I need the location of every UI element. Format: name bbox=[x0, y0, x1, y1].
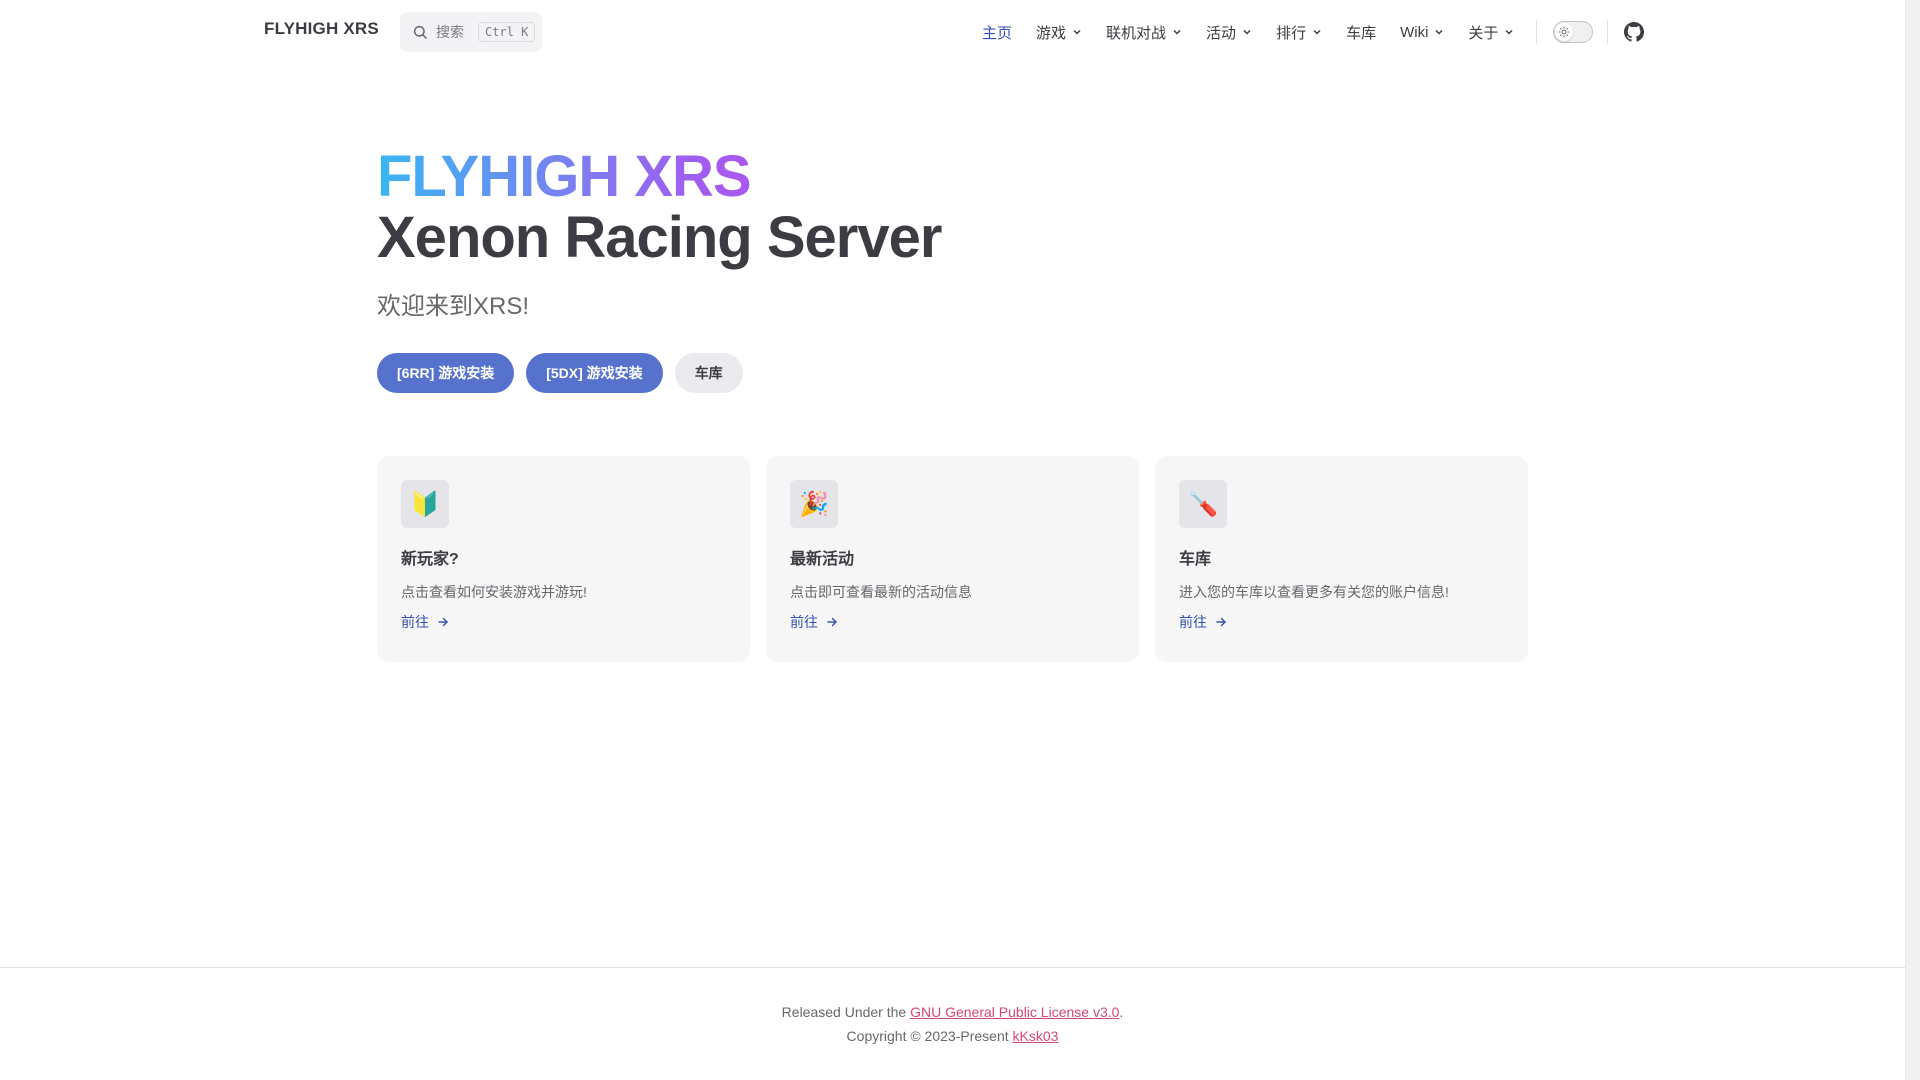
feature-card-new-player[interactable]: 🔰 新玩家? 点击查看如何安装游戏并游玩! 前往 bbox=[377, 456, 750, 662]
chevron-down-icon bbox=[1073, 29, 1081, 35]
chevron-down-icon bbox=[1243, 29, 1251, 35]
feature-card-events[interactable]: 🎉 最新活动 点击即可查看最新的活动信息 前往 bbox=[766, 456, 1139, 662]
feature-details: 点击即可查看最新的活动信息 bbox=[790, 584, 972, 600]
top-navbar: FLYHIGH XRS 搜索 Ctrl K 主页 游戏 联机对战 活动 排行 车… bbox=[0, 0, 1905, 64]
footer-message-suffix: . bbox=[1119, 1004, 1124, 1020]
nav-item-games[interactable]: 游戏 bbox=[1036, 22, 1082, 43]
scrollbar[interactable] bbox=[1905, 0, 1920, 1080]
hero-heading: Xenon Racing Server bbox=[377, 205, 942, 270]
screwdriver-icon: 🪛 bbox=[1179, 480, 1227, 528]
feature-details: 点击查看如何安装游戏并游玩! bbox=[401, 584, 587, 600]
nav-item-label: 关于 bbox=[1468, 24, 1499, 42]
arrow-right-icon bbox=[1216, 617, 1226, 627]
site-title[interactable]: FLYHIGH XRS bbox=[264, 19, 379, 39]
nav-item-rankings[interactable]: 排行 bbox=[1276, 22, 1322, 43]
nav-item-label: 排行 bbox=[1276, 24, 1307, 42]
install-6rr-button[interactable]: [6RR] 游戏安装 bbox=[377, 353, 515, 393]
nav-item-label: 游戏 bbox=[1036, 24, 1067, 42]
nav-menu: 主页 游戏 联机对战 活动 排行 车库 Wiki 关于 bbox=[982, 0, 1645, 64]
feature-link[interactable]: 前往 bbox=[1179, 612, 1504, 632]
feature-title: 车库 bbox=[1179, 551, 1212, 568]
hero-tagline: 欢迎来到XRS! bbox=[377, 293, 530, 320]
license-link[interactable]: GNU General Public License v3.0 bbox=[910, 1004, 1119, 1020]
nav-item-garage[interactable]: 车库 bbox=[1346, 22, 1376, 43]
footer-copyright: Copyright © 2023-Present kKsk03 bbox=[0, 1024, 1905, 1048]
nav-item-multiplayer[interactable]: 联机对战 bbox=[1106, 22, 1182, 43]
chevron-down-icon bbox=[1505, 29, 1513, 35]
nav-item-label: 活动 bbox=[1206, 24, 1237, 42]
feature-link-label: 前往 bbox=[1179, 614, 1207, 630]
chevron-down-icon bbox=[1313, 29, 1321, 35]
nav-item-events[interactable]: 活动 bbox=[1206, 22, 1252, 43]
nav-item-label: 车库 bbox=[1346, 24, 1377, 42]
garage-button[interactable]: 车库 bbox=[674, 353, 743, 393]
search-shortcut-hint: Ctrl K bbox=[478, 22, 536, 42]
hero-section: FLYHIGH XRS Xenon Racing Server 欢迎来到XRS!… bbox=[377, 138, 942, 393]
feature-card-garage[interactable]: 🪛 车库 进入您的车库以查看更多有关您的账户信息! 前往 bbox=[1155, 456, 1528, 662]
install-5dx-button[interactable]: [5DX] 游戏安装 bbox=[526, 353, 663, 393]
nav-item-wiki[interactable]: Wiki bbox=[1400, 24, 1444, 41]
feature-link[interactable]: 前往 bbox=[401, 612, 726, 632]
toggle-knob bbox=[1555, 23, 1574, 41]
nav-divider bbox=[1607, 20, 1609, 44]
party-popper-icon: 🎉 bbox=[790, 480, 838, 528]
beginner-badge-icon: 🔰 bbox=[401, 480, 449, 528]
feature-link[interactable]: 前往 bbox=[790, 612, 1115, 632]
feature-title: 新玩家? bbox=[401, 551, 459, 568]
nav-item-label: 联机对战 bbox=[1106, 24, 1167, 42]
footer-message: Released Under the GNU General Public Li… bbox=[0, 1000, 1905, 1024]
search-button[interactable]: 搜索 Ctrl K bbox=[400, 12, 542, 52]
arrow-right-icon bbox=[827, 617, 837, 627]
sun-icon bbox=[1558, 26, 1570, 38]
hero-actions: [6RR] 游戏安装 [5DX] 游戏安装 车库 bbox=[377, 353, 941, 393]
search-icon bbox=[413, 25, 427, 39]
feature-link-label: 前往 bbox=[401, 614, 429, 630]
nav-item-home[interactable]: 主页 bbox=[982, 22, 1012, 43]
footer-message-prefix: Released Under the bbox=[781, 1004, 911, 1020]
appearance-toggle[interactable] bbox=[1553, 21, 1594, 43]
arrow-right-icon bbox=[438, 617, 448, 627]
copyright-prefix: Copyright © 2023-Present bbox=[846, 1028, 1013, 1044]
nav-item-label: Wiki bbox=[1400, 23, 1429, 41]
chevron-down-icon bbox=[1173, 29, 1181, 35]
feature-title: 最新活动 bbox=[790, 551, 855, 568]
feature-link-label: 前往 bbox=[790, 614, 818, 630]
nav-divider bbox=[1536, 20, 1538, 44]
nav-item-about[interactable]: 关于 bbox=[1468, 22, 1514, 43]
nav-item-label: 主页 bbox=[982, 24, 1013, 42]
features-section: 🔰 新玩家? 点击查看如何安装游戏并游玩! 前往 🎉 最新活动 点击即可查看最新… bbox=[377, 456, 1544, 662]
chevron-down-icon bbox=[1435, 29, 1443, 35]
search-placeholder: 搜索 bbox=[436, 24, 464, 40]
footer: Released Under the GNU General Public Li… bbox=[0, 967, 1905, 1080]
github-icon[interactable] bbox=[1624, 22, 1645, 42]
feature-details: 进入您的车库以查看更多有关您的账户信息! bbox=[1179, 584, 1449, 600]
author-link[interactable]: kKsk03 bbox=[1013, 1028, 1059, 1044]
